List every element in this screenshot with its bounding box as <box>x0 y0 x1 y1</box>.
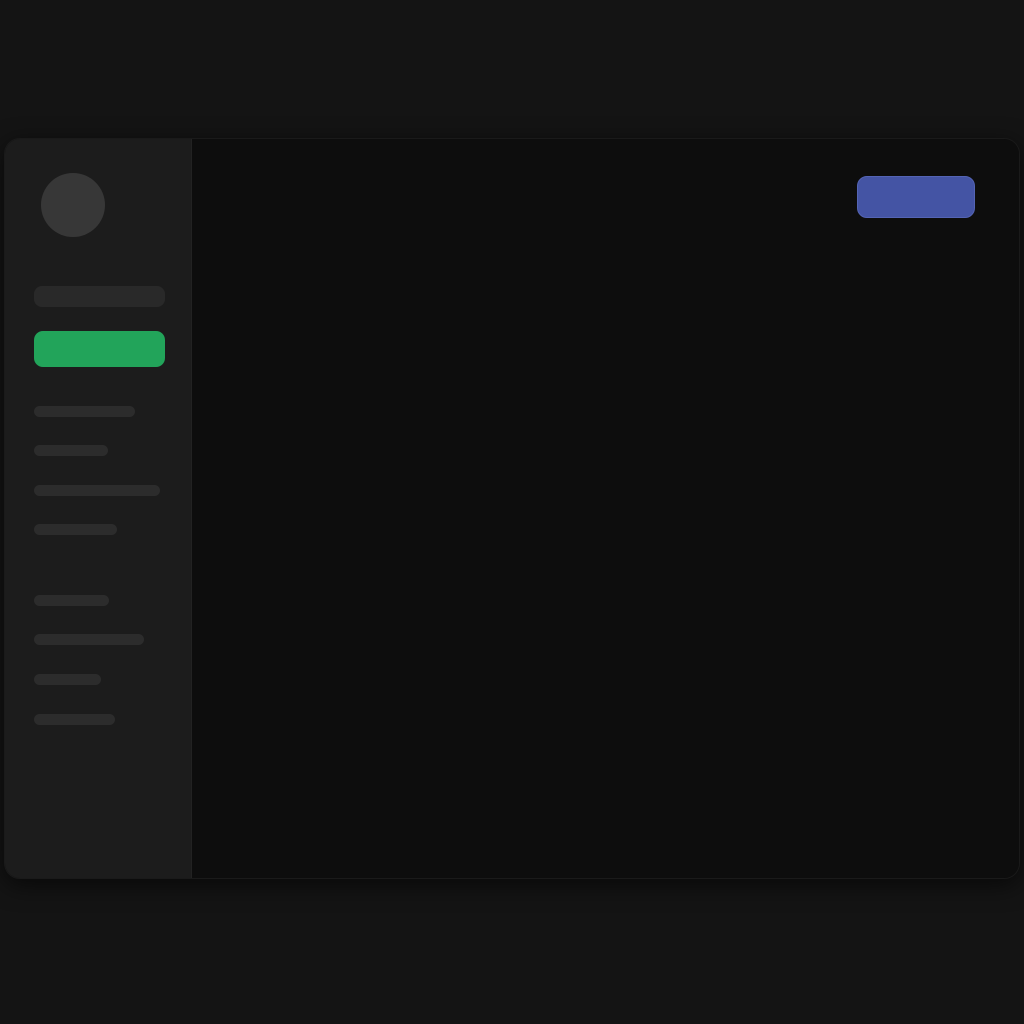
sidebar-item[interactable] <box>34 674 101 685</box>
sidebar-item[interactable] <box>34 445 108 456</box>
header-action-button[interactable] <box>857 176 975 218</box>
sidebar-item[interactable] <box>34 595 109 606</box>
sidebar-search-placeholder[interactable] <box>34 286 165 307</box>
sidebar-item[interactable] <box>34 406 135 417</box>
main-content <box>192 139 1019 878</box>
sidebar <box>5 139 192 878</box>
sidebar-item[interactable] <box>34 485 160 496</box>
sidebar-item[interactable] <box>34 714 115 725</box>
app-window <box>4 138 1020 879</box>
sidebar-item[interactable] <box>34 634 144 645</box>
sidebar-primary-button[interactable] <box>34 331 165 367</box>
avatar[interactable] <box>41 173 105 237</box>
sidebar-item[interactable] <box>34 524 117 535</box>
